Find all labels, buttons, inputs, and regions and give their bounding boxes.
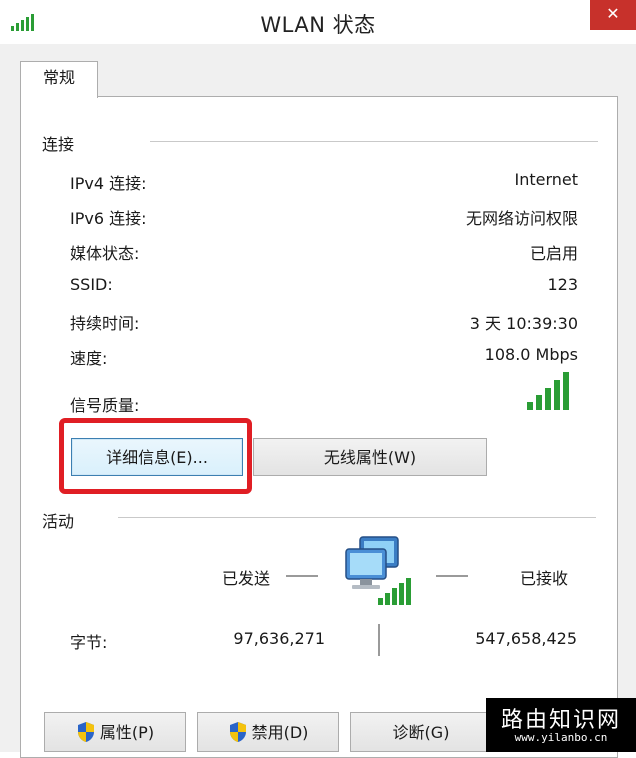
diagnose-button[interactable]: 诊断(G) xyxy=(350,712,492,752)
received-label: 已接收 xyxy=(520,569,569,588)
ipv4-label: IPv4 连接: xyxy=(70,174,147,193)
sent-dash xyxy=(286,575,318,577)
activity-group-label: 活动 xyxy=(42,512,75,531)
uac-shield-icon xyxy=(229,722,246,742)
disable-button[interactable]: 禁用(D) xyxy=(197,712,339,752)
connection-group-label: 连接 xyxy=(42,135,75,154)
watermark-title: 路由知识网 xyxy=(500,708,621,733)
signal-strength-icon xyxy=(527,372,569,410)
properties-label: 属性(P) xyxy=(99,723,155,742)
connection-group-divider xyxy=(150,141,598,142)
highlight-annotation xyxy=(59,418,252,494)
signal-quality-label: 信号质量: xyxy=(70,396,140,415)
activity-divider xyxy=(378,624,380,656)
network-computers-icon xyxy=(345,536,411,605)
duration-value: 3 天 10:39:30 xyxy=(469,314,578,333)
ipv6-value: 无网络访问权限 xyxy=(465,209,578,228)
close-button[interactable]: ✕ xyxy=(590,0,636,30)
sent-label: 已发送 xyxy=(222,569,271,588)
uac-shield-icon xyxy=(77,722,94,742)
media-state-value: 已启用 xyxy=(529,244,578,263)
received-dash xyxy=(436,575,468,577)
ipv6-label: IPv6 连接: xyxy=(70,209,147,228)
wireless-properties-button[interactable]: 无线属性(W) xyxy=(253,438,487,476)
duration-label: 持续时间: xyxy=(70,314,140,333)
bytes-sent-value: 97,636,271 xyxy=(233,629,325,648)
ssid-label: SSID: xyxy=(70,275,113,294)
tab-general[interactable]: 常规 xyxy=(20,61,98,98)
properties-button[interactable]: 属性(P) xyxy=(44,712,186,752)
speed-label: 速度: xyxy=(70,349,108,368)
bytes-received-value: 547,658,425 xyxy=(475,629,577,648)
disable-label: 禁用(D) xyxy=(251,723,309,742)
media-state-label: 媒体状态: xyxy=(70,244,140,263)
watermark-url: www.yilanbo.cn xyxy=(514,731,608,744)
activity-group-divider xyxy=(118,517,596,518)
ipv4-value: Internet xyxy=(514,170,578,189)
window-title: WLAN 状态 xyxy=(260,13,376,37)
ssid-value: 123 xyxy=(547,275,578,294)
title-bar: WLAN 状态 ✕ xyxy=(0,0,636,44)
watermark: 路由知识网 www.yilanbo.cn xyxy=(486,698,636,752)
speed-value: 108.0 Mbps xyxy=(484,345,578,364)
bytes-label: 字节: xyxy=(70,633,108,652)
close-icon: ✕ xyxy=(606,4,620,23)
